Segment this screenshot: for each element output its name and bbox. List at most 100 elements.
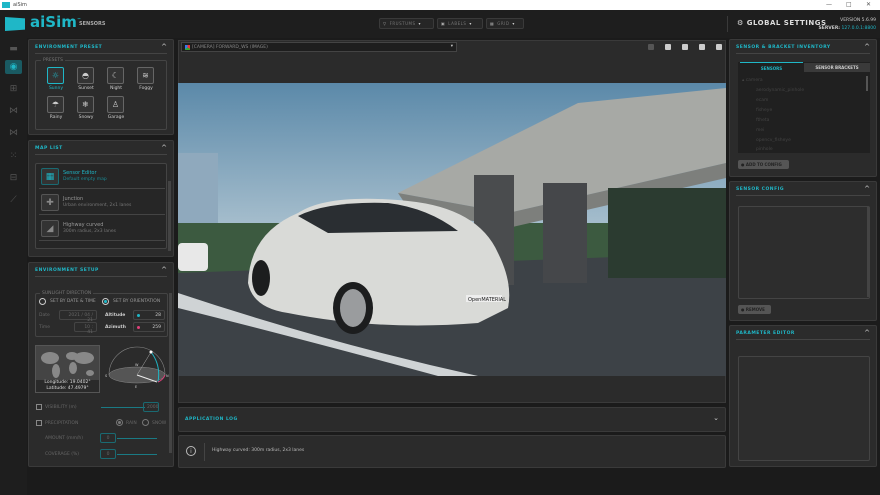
divider [35,53,167,54]
fullscreen-icon[interactable] [716,44,722,50]
map-title: Junction [63,196,84,202]
collapse-chevron-icon[interactable]: ^ [864,43,870,51]
minimize-button[interactable]: — [826,1,832,8]
tree-item[interactable]: pinhole [756,147,773,152]
setup-scrollbar[interactable] [169,293,172,453]
labels-dropdown[interactable]: ▣ LABELS ▾ [437,18,483,29]
amount-field[interactable]: 0 [100,433,116,443]
maximize-button[interactable]: □ [846,1,852,8]
set-by-date-radio[interactable] [39,298,46,305]
chart-icon[interactable]: ⟋ [5,193,22,207]
visibility-field[interactable]: 2000 [143,402,159,412]
scenario-list-icon[interactable]: ⋈ [5,126,22,140]
tree-item[interactable]: ecam [756,98,768,103]
brand-name: aiSim™ [30,13,81,31]
global-settings-button[interactable]: ⚙ GLOBAL SETTINGS [737,19,827,27]
vehicle-setup-icon[interactable]: ⊞ [5,82,22,96]
azimuth-label: Azimuth [105,325,126,330]
tree-item[interactable]: fisheye [756,108,772,113]
fit-icon[interactable] [682,44,688,50]
map-item-highway-curved[interactable]: ◢ Highway curved 300m radius, 2x3 lanes [39,217,165,241]
camera-render-view[interactable]: OpenMATERIAL [178,83,726,376]
scenario-icon[interactable]: ⋈ [5,104,22,118]
world-map[interactable]: Longitude: 19.0402° Latitude: 47.4979° [35,345,100,393]
visibility-label: VISIBILITY (m) [45,405,77,410]
collapse-chevron-icon[interactable]: ^ [161,43,167,51]
preset-label: Snowy [78,115,94,120]
precipitation-checkbox[interactable] [36,420,42,426]
set-by-orientation-radio[interactable] [102,298,109,305]
sun-orientation-gizmo[interactable]: S N E W [105,345,169,391]
frustums-dropdown[interactable]: ▽ FRUSTUMS ▾ [379,18,434,29]
tree-item[interactable]: ftheta [756,118,769,123]
collapse-chevron-icon[interactable]: ^ [161,266,167,274]
divider [35,276,167,277]
divider [736,53,870,54]
expand-chevron-icon[interactable]: ⌄ [713,414,719,422]
application-log-panel[interactable]: APPLICATION LOG ⌄ [178,407,726,432]
tree-node-camera[interactable]: ▴ camera [742,78,763,83]
amount-slider[interactable] [117,438,157,439]
config-scrollbar[interactable] [867,207,869,297]
environment-setup-panel: ENVIRONMENT SETUP ^ SUNLIGHT DIRECTION S… [28,262,174,467]
group-label: SUNLIGHT DIRECTION [40,291,94,296]
tab-sensors[interactable]: SENSORS [740,62,803,72]
altitude-color-dot [137,314,140,317]
info-icon[interactable] [648,44,654,50]
screenshot-icon[interactable] [665,44,671,50]
collapse-chevron-icon[interactable]: ^ [864,329,870,337]
preset-rainy-button[interactable]: ☂ [47,96,64,113]
network-icon[interactable]: ⊟ [5,171,22,185]
tab-sensor-brackets[interactable]: SENSOR BRACKETS [804,63,870,72]
coverage-slider[interactable] [117,454,157,455]
precipitation-label: PRECIPITATION [45,421,79,426]
panel-title: ENVIRONMENT PRESET [35,45,103,50]
preset-garage-button[interactable]: ♙ [107,96,124,113]
tree-item[interactable]: opencv_fisheye [756,138,791,143]
grid-dropdown[interactable]: ▦ GRID ▾ [486,18,524,29]
app-subtitle: SENSORS [79,21,106,27]
grid-icon: ▦ [490,21,495,26]
radio-label: SET BY DATE & TIME [50,299,96,304]
camera-select[interactable]: [CAMERA] FORWARD_WS (IMAGE) ▾ [181,42,457,52]
preset-night-button[interactable]: ☾ [107,67,124,84]
panel-title: SENSOR CONFIG [736,187,785,192]
map-list-scrollbar[interactable] [168,181,171,251]
coverage-field[interactable]: 0 [100,449,116,459]
grid-dots-icon[interactable]: ⁙ [5,149,22,163]
tree-scrollbar[interactable] [866,76,868,91]
snow-radio[interactable] [142,419,149,426]
frame-icon[interactable] [699,44,705,50]
collapse-chevron-icon[interactable]: ^ [864,185,870,193]
collapse-chevron-icon[interactable]: ^ [161,144,167,152]
time-field: 10 : 41 [74,322,97,335]
app-icon [2,2,10,8]
visibility-slider[interactable] [101,407,145,408]
world-map-icon [41,352,94,378]
preset-snowy-button[interactable]: ❄ [77,96,94,113]
altitude-field[interactable]: 28 [133,310,165,320]
sensor-icon[interactable]: ◉ [5,60,22,74]
svg-text:OpenMATERIAL: OpenMATERIAL [468,297,506,303]
azimuth-field[interactable]: 259 [133,322,165,332]
amount-label: AMOUNT (mm/h) [45,436,83,441]
map-subtitle: Default empty map [63,177,107,182]
map-item-junction[interactable]: ✚ Junction Urban environment, 2x1 lanes [39,191,165,215]
add-to-config-button[interactable]: ● ADD TO CONFIG [738,160,789,169]
remove-button[interactable]: ● REMOVE [738,305,771,314]
rendered-scene: OpenMATERIAL [178,88,726,376]
visibility-checkbox[interactable] [36,404,42,410]
panel-title: SENSOR & BRACKET INVENTORY [736,45,831,50]
map-item-sensor-editor[interactable]: ▦ Sensor Editor Default empty map [39,165,165,189]
preset-sunset-button[interactable]: ◓ [77,67,94,84]
map-list-panel: MAP LIST ^ ▦ Sensor Editor Default empty… [28,140,174,257]
tree-item[interactable]: mei [756,128,764,133]
preset-sunny-button[interactable]: ☼ [47,67,64,84]
preset-foggy-button[interactable]: ≋ [137,67,154,84]
tree-item[interactable]: aerodynamic_pinhole [756,88,804,93]
close-button[interactable]: ✕ [866,1,871,8]
header-divider [727,16,728,32]
rain-radio[interactable] [116,419,123,426]
group-label: PRESETS [41,58,65,63]
car-icon[interactable]: ▬ [5,42,22,56]
